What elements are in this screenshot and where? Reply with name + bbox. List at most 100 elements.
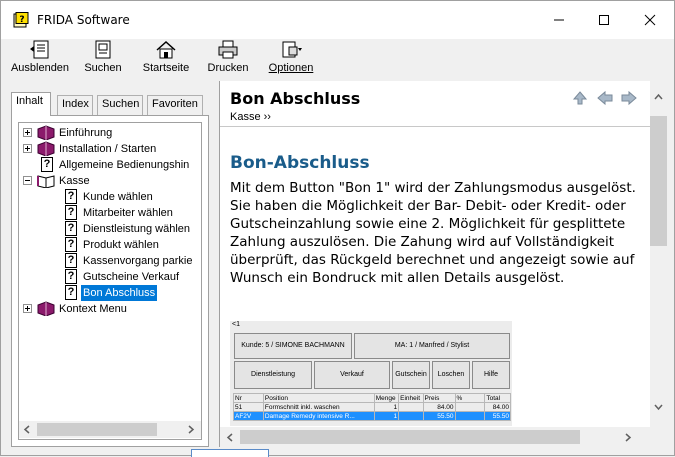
tree-item-label: Kontext Menu [59, 303, 127, 315]
tree-item-dienstleistung[interactable]: ? Dienstleistung wählen [19, 221, 201, 237]
tree-item-allgemeine[interactable]: ? Allgemeine Bedienungshin [19, 157, 201, 173]
scroll-up-icon[interactable] [654, 93, 663, 101]
scroll-left-icon[interactable] [226, 433, 234, 442]
hide-label: Ausblenden [10, 62, 70, 74]
search-icon [95, 40, 111, 59]
table-header-row: Nr Position Menge Einheit Preis % Total [233, 393, 511, 403]
scroll-down-icon[interactable] [654, 403, 663, 411]
breadcrumb[interactable]: Kasse ›› [230, 111, 271, 123]
scroll-right-icon[interactable] [187, 425, 195, 434]
help-page-icon: ? [65, 285, 77, 300]
collapse-icon[interactable] [23, 176, 32, 185]
tree-item-kontext-menu[interactable]: Kontext Menu [19, 301, 201, 317]
tree-item-installation[interactable]: Installation / Starten [19, 141, 201, 157]
tab-contents[interactable]: Inhalt [11, 92, 51, 116]
scroll-thumb[interactable] [37, 423, 157, 436]
contents-panel: Einführung Installation / Starten ? Allg… [11, 115, 209, 447]
table-cell [398, 402, 424, 412]
tree-item-einfuehrung[interactable]: Einführung [19, 125, 201, 141]
toolbar: Ausblenden Suchen Startseite Drucken Opt… [1, 39, 674, 81]
tree-item-label: Kasse [59, 175, 90, 187]
search-button[interactable]: Suchen [81, 39, 125, 81]
sale-button: Verkauf [314, 361, 390, 389]
print-label: Drucken [207, 62, 249, 74]
expand-icon[interactable] [23, 144, 32, 153]
table-cell: 55.50 [484, 411, 511, 421]
tab-index-label: Index [62, 98, 89, 110]
screenshot-marker: <1 [232, 321, 240, 328]
tab-search-label: Suchen [102, 98, 140, 110]
help-app-icon: ? [13, 12, 29, 28]
tree-item-produkt[interactable]: ? Produkt wählen [19, 237, 201, 253]
voucher-button-label: Gutschein [395, 371, 427, 378]
tab-index[interactable]: Index [57, 95, 93, 115]
minimize-button[interactable] [536, 1, 582, 39]
column-header: Einheit [398, 393, 424, 403]
tab-search[interactable]: Suchen [97, 95, 143, 115]
tree-item-label: Gutscheine Verkauf [83, 271, 180, 283]
topic-previous-icon[interactable] [596, 90, 614, 106]
scroll-thumb[interactable] [650, 116, 667, 246]
topic-pane: Bon Abschluss Kasse ›› Bon-Abschluss Mit… [219, 81, 667, 447]
service-button: Dienstleistung [234, 361, 312, 389]
hide-button[interactable]: Ausblenden [9, 39, 71, 81]
delete-button-label: Loschen [437, 371, 465, 378]
help-page-icon: ? [65, 205, 77, 220]
search-label: Suchen [84, 62, 122, 74]
window-title: FRIDA Software [37, 13, 130, 27]
title-bar[interactable]: ? FRIDA Software [1, 1, 674, 39]
expand-icon[interactable] [23, 304, 32, 313]
tree-item-label: Einführung [59, 127, 113, 139]
tree-item-mitarbeiter[interactable]: ? Mitarbeiter wählen [19, 205, 201, 221]
topic-vertical-scrollbar[interactable] [650, 81, 667, 447]
table-row: 51 Formschnitt inkl. waschen 1 84.00 84.… [233, 402, 511, 412]
sale-button-label: Verkauf [340, 371, 364, 378]
open-book-icon [37, 175, 55, 188]
expand-icon[interactable] [23, 128, 32, 137]
tree-item-kunde[interactable]: ? Kunde wählen [19, 189, 201, 205]
contents-tree[interactable]: Einführung Installation / Starten ? Allg… [18, 122, 202, 440]
nav-tabs: Inhalt Index Suchen Favoriten [11, 89, 209, 116]
topic-paragraph: Mit dem Button "Bon 1" wird der Zahlungs… [230, 180, 636, 286]
tree-item-label: Mitarbeiter wählen [83, 207, 173, 219]
topic-next-icon[interactable] [620, 90, 638, 106]
home-label: Startseite [142, 62, 190, 74]
book-icon [37, 125, 55, 140]
topic-up-icon[interactable] [572, 90, 588, 106]
tree-item-kassenvorgang[interactable]: ? Kassenvorgang parkie [19, 253, 201, 269]
maximize-button[interactable] [581, 1, 627, 39]
table-cell: 84.00 [484, 402, 511, 412]
help-page-icon: ? [65, 269, 77, 284]
scroll-thumb[interactable] [240, 430, 580, 444]
help-page-icon: ? [65, 189, 77, 204]
tree-item-label: Kunde wählen [83, 191, 153, 203]
table-cell [454, 402, 486, 412]
minimize-icon [554, 19, 564, 21]
table-cell: AF2V [233, 411, 264, 421]
voucher-button: Gutschein [392, 361, 430, 389]
tree-horizontal-scrollbar[interactable] [19, 421, 201, 438]
help-page-icon: ? [65, 221, 77, 236]
options-button[interactable]: Optionen [267, 39, 315, 81]
tree-item-bon-abschluss[interactable]: ? Bon Abschluss [19, 285, 201, 301]
close-icon [644, 14, 656, 26]
scroll-left-icon[interactable] [23, 425, 31, 434]
customer-button: Kunde: 5 / SIMONE BACHMANN [234, 333, 352, 359]
table-cell: 55.50 [422, 411, 456, 421]
tab-favorites-label: Favoriten [152, 98, 198, 110]
help-page-icon: ? [65, 237, 77, 252]
topic-horizontal-scrollbar[interactable] [220, 427, 650, 447]
table-cell: Damage Remedy intensive R... [262, 411, 375, 421]
topic-title: Bon Abschluss [230, 89, 361, 108]
home-button[interactable]: Startseite [141, 39, 191, 81]
print-button[interactable]: Drucken [205, 39, 251, 81]
tree-item-gutscheine[interactable]: ? Gutscheine Verkauf [19, 269, 201, 285]
table-cell [398, 411, 424, 421]
scroll-right-icon[interactable] [624, 433, 632, 442]
close-button[interactable] [627, 1, 673, 39]
maximize-icon [599, 15, 609, 25]
help-page-icon: ? [41, 157, 53, 172]
embedded-screenshot: <1 Kunde: 5 / SIMONE BACHMANN MA: 1 / Ma… [230, 321, 512, 426]
tree-item-kasse[interactable]: Kasse [19, 173, 201, 189]
tab-favorites[interactable]: Favoriten [147, 95, 203, 115]
